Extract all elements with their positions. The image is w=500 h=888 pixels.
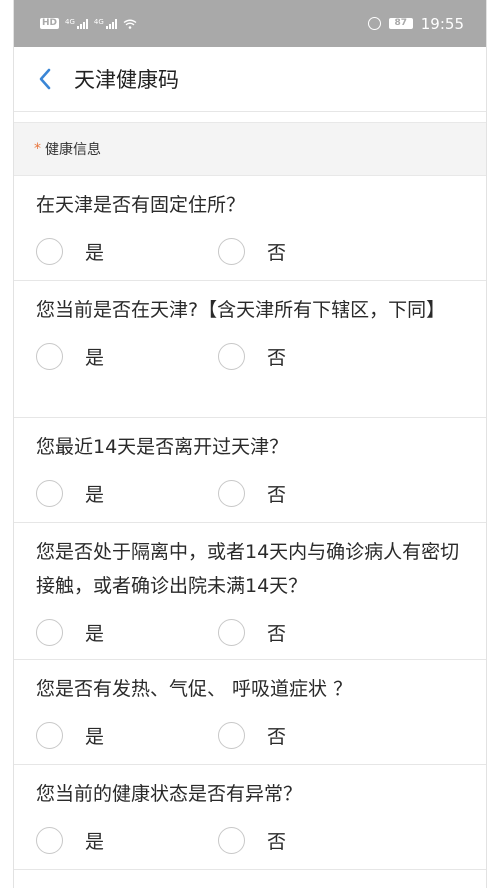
option-no[interactable]: 否 xyxy=(218,721,400,749)
wifi-icon xyxy=(123,19,137,29)
option-label: 否 xyxy=(267,622,287,645)
question-item: 您当前是否在天津?【含天津所有下辖区，下同】 是 否 xyxy=(14,281,486,418)
radio-button[interactable] xyxy=(36,342,63,370)
question-item: 在天津是否有固定住所？ 是 否 xyxy=(14,176,486,281)
option-yes[interactable]: 是 xyxy=(36,826,218,854)
status-bar-right: 87 19:55 xyxy=(367,14,464,33)
radio-button[interactable] xyxy=(218,342,245,370)
question-text: 您当前是否在天津?【含天津所有下辖区，下同】 xyxy=(36,299,446,321)
option-yes[interactable]: 是 xyxy=(36,237,218,265)
signal-2-tag: 4G xyxy=(93,18,104,26)
answer-options: 是 否 xyxy=(36,706,464,764)
radio-button[interactable] xyxy=(218,618,245,646)
question-text: 您当前的健康状态是否有异常？ xyxy=(36,783,303,805)
radio-button[interactable] xyxy=(36,237,63,265)
answer-options: 是 否 xyxy=(36,603,464,661)
option-label: 否 xyxy=(267,241,287,264)
hd-badge: HD xyxy=(40,18,60,29)
option-no[interactable]: 否 xyxy=(218,826,400,854)
answer-options: 是 否 xyxy=(36,464,464,522)
option-label: 是 xyxy=(85,622,105,645)
answer-options: 是 否 xyxy=(36,327,464,385)
battery-indicator: 87 xyxy=(388,18,413,29)
section-title: 健康信息 xyxy=(45,142,101,158)
clock: 19:55 xyxy=(420,14,464,33)
radio-button[interactable] xyxy=(36,721,63,749)
option-yes[interactable]: 是 xyxy=(36,618,218,646)
option-label: 是 xyxy=(85,483,105,506)
radio-button[interactable] xyxy=(36,479,63,507)
app-header: 天津健康码 xyxy=(14,47,486,112)
option-yes[interactable]: 是 xyxy=(36,342,218,370)
radio-button[interactable] xyxy=(218,721,245,749)
option-no[interactable]: 否 xyxy=(218,618,400,646)
option-yes[interactable]: 是 xyxy=(36,721,218,749)
option-label: 否 xyxy=(267,725,287,748)
radio-button[interactable] xyxy=(218,479,245,507)
question-item: 您是否处于隔离中，或者14天内与确诊病人有密切接触，或者确诊出院未满14天？ 是… xyxy=(14,523,486,660)
question-text: 您最近14天是否离开过天津？ xyxy=(36,436,289,458)
answer-options: 是 否 xyxy=(36,222,464,280)
radio-button[interactable] xyxy=(218,237,245,265)
option-no[interactable]: 否 xyxy=(218,479,400,507)
alarm-icon xyxy=(367,17,381,30)
option-label: 是 xyxy=(85,346,105,369)
status-bar-left: HD 4G 4G xyxy=(40,18,137,29)
signal-2-icon: 4G xyxy=(94,18,117,29)
option-label: 是 xyxy=(85,830,105,853)
question-text: 在天津是否有固定住所？ xyxy=(36,194,246,216)
section-spacer xyxy=(14,112,486,122)
question-item: 您当前的健康状态是否有异常？ 是 否 xyxy=(14,765,486,870)
question-text: 您是否处于隔离中，或者14天内与确诊病人有密切接触，或者确诊出院未满14天？ xyxy=(36,541,460,597)
option-label: 否 xyxy=(267,346,287,369)
question-item: 您最近14天是否离开过天津？ 是 否 xyxy=(14,418,486,523)
option-no[interactable]: 否 xyxy=(218,342,400,370)
required-mark: * xyxy=(34,141,41,157)
option-label: 是 xyxy=(85,241,105,264)
answer-options: 是 否 xyxy=(36,811,464,869)
radio-button[interactable] xyxy=(36,618,63,646)
page-title: 天津健康码 xyxy=(74,68,179,92)
back-chevron-icon[interactable] xyxy=(34,68,56,90)
status-bar: HD 4G 4G 87 19:55 xyxy=(14,0,486,47)
section-header: * 健康信息 xyxy=(14,122,486,176)
option-label: 否 xyxy=(267,483,287,506)
option-yes[interactable]: 是 xyxy=(36,479,218,507)
option-no[interactable]: 否 xyxy=(218,237,400,265)
radio-button[interactable] xyxy=(36,826,63,854)
signal-1-icon: 4G xyxy=(65,18,88,29)
question-item: 您是否有发热、气促、 呼吸道症状 ？ 是 否 xyxy=(14,660,486,765)
question-text: 您是否有发热、气促、 呼吸道症状 ？ xyxy=(36,678,353,700)
signal-1-tag: 4G xyxy=(65,18,75,26)
option-label: 否 xyxy=(267,830,287,853)
phone-screen: HD 4G 4G 87 19:55 天津健康码 * 健康信息 在天津是否有固定住… xyxy=(14,0,486,888)
radio-button[interactable] xyxy=(218,826,245,854)
option-label: 是 xyxy=(85,725,105,748)
